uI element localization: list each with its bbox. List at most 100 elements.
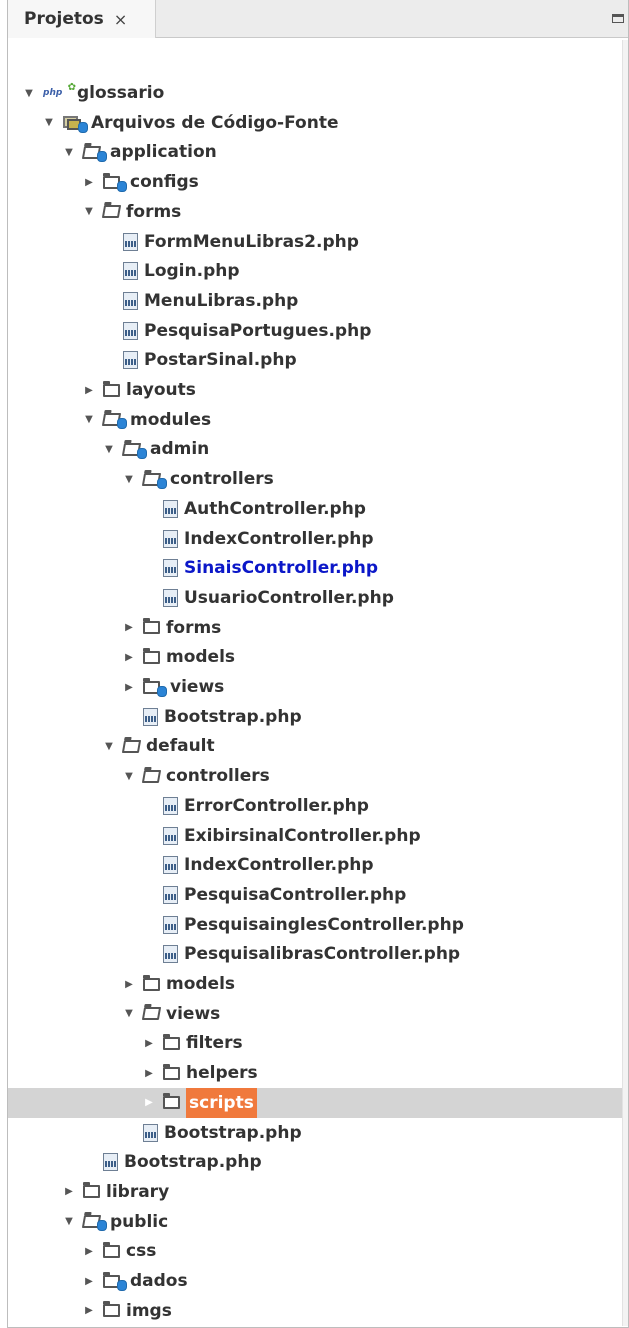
- tree-row[interactable]: PesquisaController.php: [8, 880, 622, 910]
- expand-toggle-icon[interactable]: ▼: [83, 405, 95, 435]
- tree-row[interactable]: MenuLibras.php: [8, 286, 622, 316]
- tree-row[interactable]: ▶ forms: [8, 613, 622, 643]
- folder-icon: [163, 1093, 180, 1110]
- tree-row[interactable]: ▶ imgs: [8, 1296, 622, 1326]
- folder-open-icon: [101, 205, 122, 219]
- folder-open-icon: [101, 413, 127, 430]
- tree-row[interactable]: ▼ controllers: [8, 464, 622, 494]
- tree-item-label: controllers: [170, 469, 274, 490]
- collapse-toggle-icon[interactable]: ▶: [83, 1266, 95, 1296]
- folder-icon: [103, 1271, 127, 1291]
- tree-row[interactable]: ▶ views: [8, 672, 622, 702]
- folder-open-icon: [81, 1215, 107, 1232]
- tree-row[interactable]: ErrorController.php: [8, 791, 622, 821]
- tree-item-label: ErrorController.php: [184, 795, 369, 816]
- folder-icon: [143, 618, 160, 635]
- tree-row[interactable]: ▼ php ✿ glossario: [8, 78, 622, 108]
- expand-toggle-icon[interactable]: ▼: [63, 1207, 75, 1237]
- collapse-toggle-icon[interactable]: ▶: [123, 642, 135, 672]
- tree-row[interactable]: ▶ models: [8, 642, 622, 672]
- toggle-spacer: [143, 939, 155, 969]
- expand-toggle-icon[interactable]: ▼: [123, 999, 135, 1029]
- toggle-spacer: [143, 583, 155, 613]
- tree-row[interactable]: IndexController.php: [8, 850, 622, 880]
- tree-row[interactable]: IndexController.php: [8, 524, 622, 554]
- tree-row[interactable]: ▼ views: [8, 999, 622, 1029]
- tree-item-label: PesquisaPortugues.php: [144, 320, 372, 341]
- collapse-toggle-icon[interactable]: ▶: [143, 1028, 155, 1058]
- tree-row[interactable]: ▶ css: [8, 1236, 622, 1266]
- expand-toggle-icon[interactable]: ▼: [123, 761, 135, 791]
- tree-item-label: default: [146, 736, 215, 757]
- versioned-badge-icon: [78, 121, 88, 133]
- tree-row[interactable]: ▼ controllers: [8, 761, 622, 791]
- folder-icon: [103, 172, 127, 192]
- tree-row[interactable]: SinaisController.php: [8, 553, 622, 583]
- versioned-badge-icon: [97, 1220, 107, 1232]
- tree-row[interactable]: ▶ layouts: [8, 375, 622, 405]
- tree-row[interactable]: ▼ default: [8, 731, 622, 761]
- tree-row[interactable]: AuthController.php: [8, 494, 622, 524]
- minimize-icon[interactable]: [612, 14, 624, 23]
- folder-icon: [103, 1301, 120, 1318]
- php-file-icon: [123, 351, 138, 370]
- collapse-toggle-icon[interactable]: ▶: [143, 1058, 155, 1088]
- tree-row[interactable]: ▶ dados: [8, 1266, 622, 1296]
- expand-toggle-icon[interactable]: ▼: [123, 464, 135, 494]
- tree-row[interactable]: PesquisainglesController.php: [8, 910, 622, 940]
- collapse-toggle-icon[interactable]: ▶: [123, 969, 135, 999]
- folder-open-icon: [121, 739, 142, 753]
- tab-projetos[interactable]: Projetos ×: [8, 0, 156, 38]
- expand-toggle-icon[interactable]: ▼: [103, 434, 115, 464]
- tree-row[interactable]: ▼ public: [8, 1207, 622, 1237]
- tree-row[interactable]: PesquisalibrasController.php: [8, 939, 622, 969]
- tree-row[interactable]: ▶ scripts: [8, 1087, 622, 1118]
- tree-row[interactable]: FormMenuLibras2.php: [8, 227, 622, 257]
- tree-row[interactable]: ▶ helpers: [8, 1058, 622, 1088]
- tree-row[interactable]: ▶ configs: [8, 167, 622, 197]
- tree-row[interactable]: ▼ admin: [8, 434, 622, 464]
- toggle-spacer: [143, 880, 155, 910]
- collapse-toggle-icon[interactable]: ▶: [83, 1296, 95, 1326]
- folder-icon: [143, 647, 160, 664]
- close-icon[interactable]: ×: [114, 10, 127, 29]
- tree-row[interactable]: ▼ forms: [8, 197, 622, 227]
- tree-row[interactable]: ExibirsinalController.php: [8, 821, 622, 851]
- tree-row[interactable]: ▼ modules: [8, 405, 622, 435]
- tree-row[interactable]: ▼ Arquivos de Código-Fonte: [8, 108, 622, 138]
- tree-row[interactable]: PostarSinal.php: [8, 345, 622, 375]
- expand-toggle-icon[interactable]: ▼: [43, 108, 55, 138]
- tree-row[interactable]: Bootstrap.php: [8, 702, 622, 732]
- folder-icon: [83, 1182, 100, 1199]
- tree-item-label: glossario: [77, 83, 165, 103]
- tree-row[interactable]: ▶ models: [8, 969, 622, 999]
- expand-toggle-icon[interactable]: ▼: [63, 137, 75, 167]
- collapse-toggle-icon[interactable]: ▶: [83, 1236, 95, 1266]
- tree-item-label: models: [166, 974, 236, 994]
- tree-item-label: imgs: [126, 1300, 172, 1321]
- tree-row[interactable]: ▶ library: [8, 1177, 622, 1207]
- tree-item-label: filters: [186, 1033, 243, 1054]
- expand-toggle-icon[interactable]: ▼: [103, 731, 115, 761]
- tree-row[interactable]: ▶ filters: [8, 1028, 622, 1058]
- folder-open-icon: [141, 769, 162, 783]
- collapse-toggle-icon[interactable]: ▶: [143, 1088, 155, 1118]
- folder-icon: [143, 974, 160, 991]
- tree-row[interactable]: UsuarioController.php: [8, 583, 622, 613]
- collapse-toggle-icon[interactable]: ▶: [63, 1177, 75, 1207]
- tree-row[interactable]: PesquisaPortugues.php: [8, 316, 622, 346]
- tree-item-label: Bootstrap.php: [124, 1152, 262, 1173]
- folder-open-icon: [121, 442, 147, 459]
- collapse-toggle-icon[interactable]: ▶: [83, 167, 95, 197]
- tree-row[interactable]: Bootstrap.php: [8, 1118, 622, 1148]
- vertical-scrollbar[interactable]: [622, 40, 628, 1326]
- collapse-toggle-icon[interactable]: ▶: [123, 613, 135, 643]
- collapse-toggle-icon[interactable]: ▶: [83, 375, 95, 405]
- tree-row[interactable]: Login.php: [8, 256, 622, 286]
- expand-toggle-icon[interactable]: ▼: [83, 197, 95, 227]
- tree-row[interactable]: Bootstrap.php: [8, 1147, 622, 1177]
- tree-row[interactable]: ▼ application: [8, 137, 622, 167]
- expand-toggle-icon[interactable]: ▼: [23, 78, 35, 108]
- collapse-toggle-icon[interactable]: ▶: [123, 672, 135, 702]
- tree-item-label: Bootstrap.php: [164, 706, 302, 727]
